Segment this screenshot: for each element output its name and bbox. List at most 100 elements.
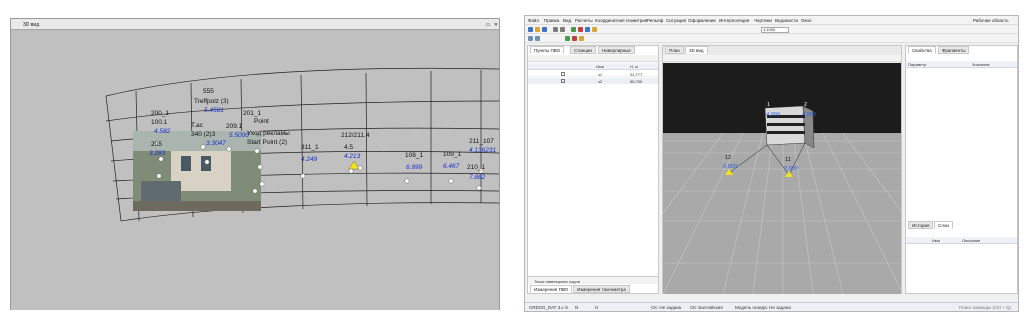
tool-b-icon[interactable]	[578, 27, 583, 32]
menu-situation[interactable]: Ситуация	[666, 18, 686, 23]
row-name: з2	[598, 79, 603, 84]
marker-11-num: 11	[785, 157, 791, 163]
col-h[interactable]: Н, м	[630, 64, 638, 69]
tab-stations[interactable]: Станции	[570, 46, 596, 54]
undo-icon[interactable]	[553, 27, 558, 32]
menu-view[interactable]: Вид	[563, 18, 571, 23]
label-start-point: Start Point (2)	[247, 139, 287, 146]
delete-icon[interactable]	[572, 36, 577, 41]
status-sk: СК: Не задана	[651, 305, 682, 310]
table-row[interactable]: з2 56,700	[528, 78, 658, 84]
tool-d-icon[interactable]	[592, 27, 597, 32]
menu-drawings[interactable]: Чертежи	[754, 18, 772, 23]
label-311-1: 311_1	[301, 144, 319, 151]
menu-relief[interactable]: Рельеф	[647, 18, 663, 23]
open-icon[interactable]	[535, 27, 540, 32]
props-header: Параметр Значение	[906, 61, 1017, 68]
label-elev-8: 6.999	[406, 164, 423, 171]
label-100-1: 100.1	[151, 119, 168, 126]
label-211-107: 211_107	[469, 138, 494, 145]
measure-icon[interactable]	[565, 36, 570, 41]
credo-app-window: Файл Правка Вид Расчеты Координатная гео…	[524, 15, 1019, 312]
points-panel: Пункты ПВО Станции Ниверлирные Имя Н, м …	[527, 45, 659, 294]
tab-fragments[interactable]: Фрагменты	[938, 46, 970, 54]
label-201-1: 201_1	[243, 110, 261, 117]
tab-tacheometer[interactable]: Измерения тахеометра	[573, 285, 630, 293]
toolbar-secondary	[525, 35, 1018, 43]
status-s: S	[565, 305, 569, 310]
label-tas: Т.ас	[191, 122, 204, 129]
command-search[interactable]: Поиск команды (Ctrl + Q)	[959, 305, 1011, 310]
row-checkbox[interactable]	[561, 72, 565, 76]
status-model: Модель геоида: Не задана	[735, 305, 791, 310]
save-icon[interactable]	[542, 27, 547, 32]
folder-icon[interactable]	[579, 36, 584, 41]
close-icon[interactable]: ✕	[493, 22, 499, 28]
menu-design[interactable]: Оформление	[688, 18, 716, 23]
tab-pvo-points[interactable]: Пункты ПВО	[530, 46, 565, 54]
table-row[interactable]: з1 02,777	[528, 71, 658, 77]
col-value: Значение	[972, 62, 990, 67]
new-icon[interactable]	[528, 27, 533, 32]
workspace-label[interactable]: Рабочая область	[973, 18, 1009, 23]
label-340: 340 (2)3	[191, 131, 216, 138]
toolbar-main: 1:1000	[525, 26, 1018, 34]
tool-a-icon[interactable]	[571, 27, 576, 32]
label-elev-11: 7.882	[469, 174, 486, 181]
menu-cogo[interactable]: Координатная геометрия	[595, 18, 647, 23]
row-h: 02,777	[630, 72, 643, 77]
layers-header: Имя Описание	[906, 237, 1017, 244]
menu-window[interactable]: Окно	[801, 18, 811, 23]
redo-icon[interactable]	[560, 27, 565, 32]
label-209-1: 209.1	[226, 123, 243, 130]
left-window-title: 3D вид	[23, 22, 40, 28]
marker-1-num: 1	[767, 102, 770, 108]
marker-1-val: 4,999	[766, 112, 780, 118]
label-555: 555	[203, 88, 214, 95]
left-3d-canvas[interactable]: 555 Treffpolz (3) 5.4581 200_1 100.1 4.5…	[11, 31, 500, 310]
label-4-5: 4.5	[344, 144, 353, 151]
menu-reports[interactable]: Ведомости	[775, 18, 798, 23]
grid-icon[interactable]	[535, 36, 540, 41]
marker-2-val: 4,999	[802, 112, 816, 118]
menu-file[interactable]: Файл	[528, 18, 539, 23]
start-point-marker	[348, 160, 360, 170]
tab-layers[interactable]: Слои	[934, 221, 953, 229]
status-bar: CREDO_DAT 3.x S N H СК: Не задана СК: Ба…	[525, 302, 1018, 311]
label-210-1: 210_1	[467, 164, 485, 171]
tab-pvo-measure[interactable]: Измерения ПВО	[530, 285, 573, 293]
layer-icon[interactable]	[528, 36, 533, 41]
label-212: 212/211.4	[341, 132, 370, 139]
tab-plan[interactable]: План	[665, 46, 684, 54]
tab-properties[interactable]: Свойства	[908, 46, 936, 54]
restore-icon[interactable]: ▭	[485, 22, 491, 28]
menu-interp[interactable]: Интерполяция	[719, 18, 749, 23]
leveling-points-label[interactable]: Точки нивелирных ходов	[534, 279, 580, 284]
label-elev-9: 6.467	[443, 163, 460, 170]
3d-viewport[interactable]: 1 4,999 2 4,999 12 0,000 11 0,000	[663, 63, 901, 294]
marker-11-val: 0,000	[784, 166, 799, 172]
zoom-select[interactable]: 1:1000	[761, 27, 789, 33]
tab-leveling[interactable]: Ниверлирные	[598, 46, 635, 54]
menu-calc[interactable]: Расчеты	[575, 18, 593, 23]
status-h: H	[595, 305, 599, 310]
left-3d-window: 3D вид ▭ ✕ 555 Treffpolz (3) 5.4581 200_…	[10, 18, 500, 310]
tab-3d[interactable]: 3D вид	[685, 46, 708, 54]
col-name[interactable]: Имя	[596, 64, 604, 69]
label-elev-2: 4.582	[154, 128, 171, 135]
label-treffpolz: Treffpolz (3)	[194, 98, 229, 105]
label-point: Point	[254, 118, 269, 125]
col-param: Параметр	[908, 62, 927, 67]
row-checkbox[interactable]	[561, 79, 565, 83]
label-200-1: 200_1	[151, 110, 169, 117]
col-layer-name: Имя	[932, 238, 940, 243]
col-layer-desc: Описание	[962, 238, 981, 243]
tool-c-icon[interactable]	[585, 27, 590, 32]
tab-history[interactable]: История	[908, 221, 934, 229]
menu-bar: Файл Правка Вид Расчеты Координатная гео…	[525, 16, 1018, 25]
status-n: N	[575, 305, 579, 310]
properties-panel: Свойства Фрагменты Параметр Значение Ист…	[905, 45, 1018, 294]
label-elev-10: 4.136231	[469, 147, 496, 154]
label-elev-5: 3.283	[149, 150, 166, 157]
menu-edit[interactable]: Правка	[544, 18, 559, 23]
